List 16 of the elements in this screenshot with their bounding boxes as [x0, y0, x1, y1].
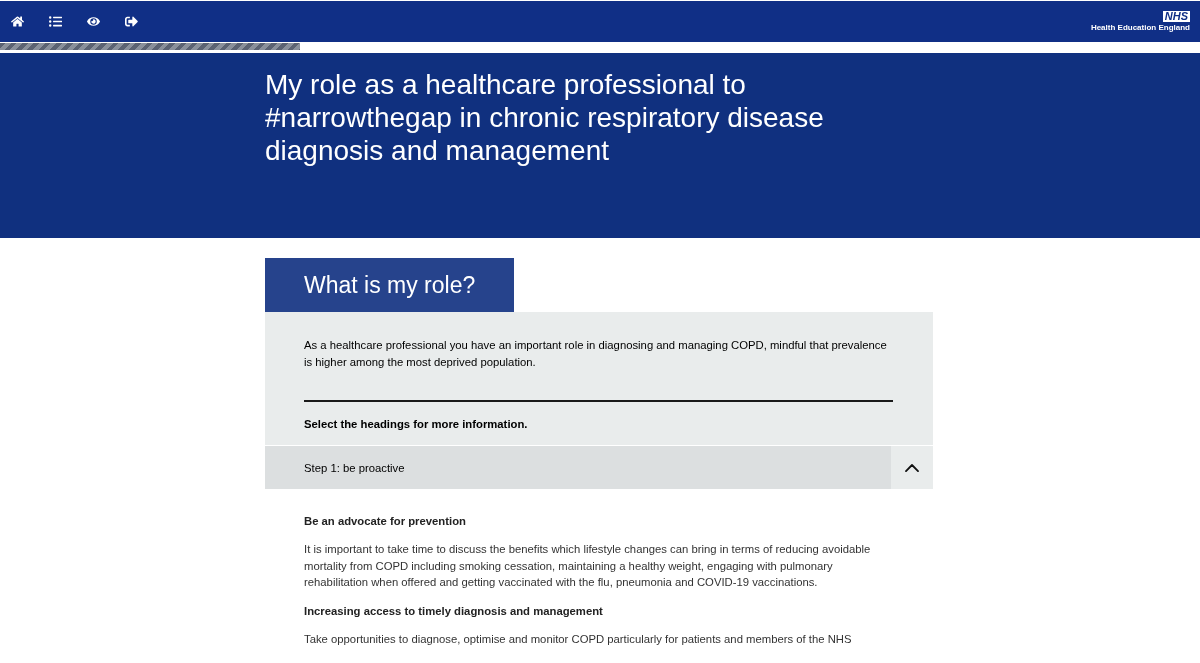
content-paragraph: Take opportunities to diagnose, optimise and monitor COPD particularly for patients and members of the NHS — [304, 631, 853, 647]
instruction-text: Select the headings for more information. — [304, 417, 529, 432]
section-heading: What is my role? — [265, 258, 514, 312]
accordion-header[interactable]: Step 1: be proactive — [265, 446, 891, 489]
content-heading: Increasing access to timely diagnosis and management — [304, 603, 604, 619]
logo-caption: Health Education England — [1090, 22, 1190, 33]
content-paragraph: It is important to take time to discuss the benefits which lifestyle changes can bring in terms of reducing avoidable mortality from COPD including smoking cessation, maintaining a healthy weight, engaging with pulmonary rehabilitation when offered and getting vaccinated with the flu, pneumonia and COVID-19 vaccinations. — [304, 542, 872, 590]
content-heading: Be an advocate for prevention — [304, 514, 467, 529]
logo-mark: NHS — [1162, 10, 1190, 22]
list-icon — [48, 15, 62, 28]
intro-text: As a healthcare professional you have an important role in diagnosing and managing COPD, mindful that prevalence is higher among the most deprived population. — [304, 338, 888, 370]
toggle-button[interactable] — [891, 446, 933, 489]
page-title: My role as a healthcare professional to #narrowthegap in chronic respiratory disease diagnosis and management — [265, 68, 825, 167]
home-icon — [10, 15, 24, 28]
sign-out-icon — [124, 15, 138, 28]
eye-icon — [86, 15, 100, 28]
